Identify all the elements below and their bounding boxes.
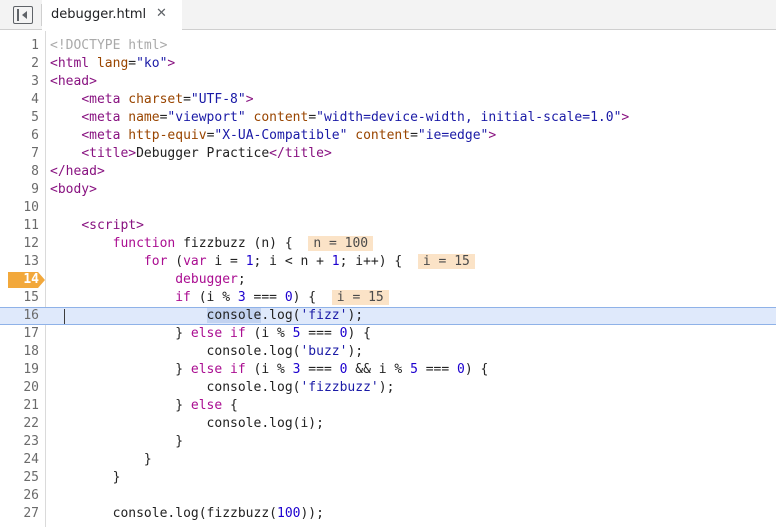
code-line: 8 </head> (0, 163, 776, 181)
line-code: console.log(i); (206, 416, 324, 431)
code-line: 25 } (0, 469, 776, 487)
line-code: console.log('fizzbuzz'); (206, 380, 395, 395)
breakpoint-arrow-icon (38, 272, 45, 288)
line-number[interactable]: 10 (0, 199, 39, 217)
line-number[interactable]: 7 (0, 145, 39, 163)
current-execution-line: 16 console.log('fizz'); (0, 307, 776, 325)
line-number[interactable]: 15 (0, 289, 39, 307)
line-number[interactable]: 6 (0, 127, 39, 145)
line-code: console.log('buzz'); (206, 344, 364, 359)
line-number[interactable]: 20 (0, 379, 39, 397)
close-icon[interactable]: ✕ (156, 6, 167, 21)
line-code: } (175, 434, 184, 449)
line-number[interactable]: 25 (0, 469, 39, 487)
code-line: 3 <head> (0, 73, 776, 91)
line-number[interactable]: 23 (0, 433, 39, 451)
line-number[interactable]: 14 (0, 272, 39, 288)
code-editor[interactable]: 1 <!DOCTYPE html> 2 <html lang="ko"> 3 <… (0, 31, 776, 527)
line-code: } (143, 452, 152, 467)
code-line: 9 <body> (0, 181, 776, 199)
line-code: function fizzbuzz (n) { n = 100 (50, 235, 374, 253)
line-code: <html lang="ko"> (50, 56, 176, 71)
line-code: <meta http-equiv="X-UA-Compatible" conte… (81, 128, 497, 143)
code-line: 17 } else if (i % 5 === 0) { (0, 325, 776, 343)
code-line: 2 <html lang="ko"> (0, 55, 776, 73)
code-line: 10 (0, 199, 776, 217)
line-code: </head> (50, 164, 105, 179)
line-code: <!DOCTYPE html> (50, 38, 168, 53)
line-number[interactable]: 26 (0, 487, 39, 505)
line-code: <head> (50, 74, 97, 89)
line-code: <meta name="viewport" content="width=dev… (81, 110, 630, 125)
code-line: 19 } else if (i % 3 === 0 && i % 5 === 0… (0, 361, 776, 379)
code-line: 6 <meta http-equiv="X-UA-Compatible" con… (0, 127, 776, 145)
line-number[interactable]: 5 (0, 109, 39, 127)
line-number[interactable]: 17 (0, 325, 39, 343)
toggle-bar (17, 9, 19, 21)
code-line: 4 <meta charset="UTF-8"> (0, 91, 776, 109)
line-number[interactable]: 21 (0, 397, 39, 415)
line-number[interactable]: 2 (0, 55, 39, 73)
line-number[interactable]: 9 (0, 181, 39, 199)
line-number[interactable]: 27 (0, 505, 39, 523)
line-code: console.log('fizz'); (206, 308, 364, 323)
code-line: 18 console.log('buzz'); (0, 343, 776, 361)
selected-text: console (206, 308, 262, 323)
code-line: 12 function fizzbuzz (n) { n = 100 (0, 235, 776, 253)
code-line: 20 console.log('fizzbuzz'); (0, 379, 776, 397)
code-line: 21 } else { (0, 397, 776, 415)
toggle-arrow (22, 11, 27, 19)
inline-value-badge: i = 15 (417, 254, 475, 269)
line-number[interactable]: 3 (0, 73, 39, 91)
code-line: 5 <meta name="viewport" content="width=d… (0, 109, 776, 127)
line-number[interactable]: 19 (0, 361, 39, 379)
line-code: <script> (81, 218, 144, 233)
code-line: 14 debugger; (0, 271, 776, 289)
line-number[interactable]: 13 (0, 253, 39, 271)
sidebar-toggle-icon[interactable] (13, 6, 33, 24)
line-code: <title>Debugger Practice</title> (81, 146, 332, 161)
line-code: } else { (175, 398, 238, 413)
line-number[interactable]: 24 (0, 451, 39, 469)
line-number[interactable]: 1 (0, 37, 39, 55)
tab-debugger-html[interactable]: debugger.html ✕ (42, 0, 182, 30)
code-line: 7 <title>Debugger Practice</title> (0, 145, 776, 163)
line-code: } else if (i % 5 === 0) { (175, 326, 371, 341)
code-line: 15 if (i % 3 === 0) { i = 15 (0, 289, 776, 307)
line-code: } (112, 470, 121, 485)
code-line: 26 (0, 487, 776, 505)
code-line: 22 console.log(i); (0, 415, 776, 433)
code-line: 23 } (0, 433, 776, 451)
line-number[interactable]: 12 (0, 235, 39, 253)
tab-label: debugger.html (51, 7, 147, 22)
line-code: } else if (i % 3 === 0 && i % 5 === 0) { (175, 362, 489, 377)
code-line: 1 <!DOCTYPE html> (0, 37, 776, 55)
line-code: debugger; (175, 272, 246, 287)
tab-bar: debugger.html ✕ (0, 0, 776, 30)
code-line: 27 console.log(fizzbuzz(100)); (0, 505, 776, 523)
line-code: console.log(fizzbuzz(100)); (112, 506, 324, 521)
inline-value-badge: n = 100 (308, 236, 374, 251)
code-line: 11 <script> (0, 217, 776, 235)
line-number[interactable]: 22 (0, 415, 39, 433)
line-number[interactable]: 18 (0, 343, 39, 361)
line-code: for (var i = 1; i < n + 1; i++) { i = 15 (50, 253, 475, 271)
line-code: <body> (50, 182, 97, 197)
line-number[interactable]: 8 (0, 163, 39, 181)
line-number[interactable]: 4 (0, 91, 39, 109)
inline-value-badge: i = 15 (331, 290, 389, 305)
line-number[interactable]: 16 (0, 308, 39, 324)
line-number[interactable]: 11 (0, 217, 39, 235)
code-line: 13 for (var i = 1; i < n + 1; i++) { i =… (0, 253, 776, 271)
line-code: if (i % 3 === 0) { i = 15 (50, 289, 389, 307)
code-line: 24 } (0, 451, 776, 469)
line-code: <meta charset="UTF-8"> (81, 92, 254, 107)
